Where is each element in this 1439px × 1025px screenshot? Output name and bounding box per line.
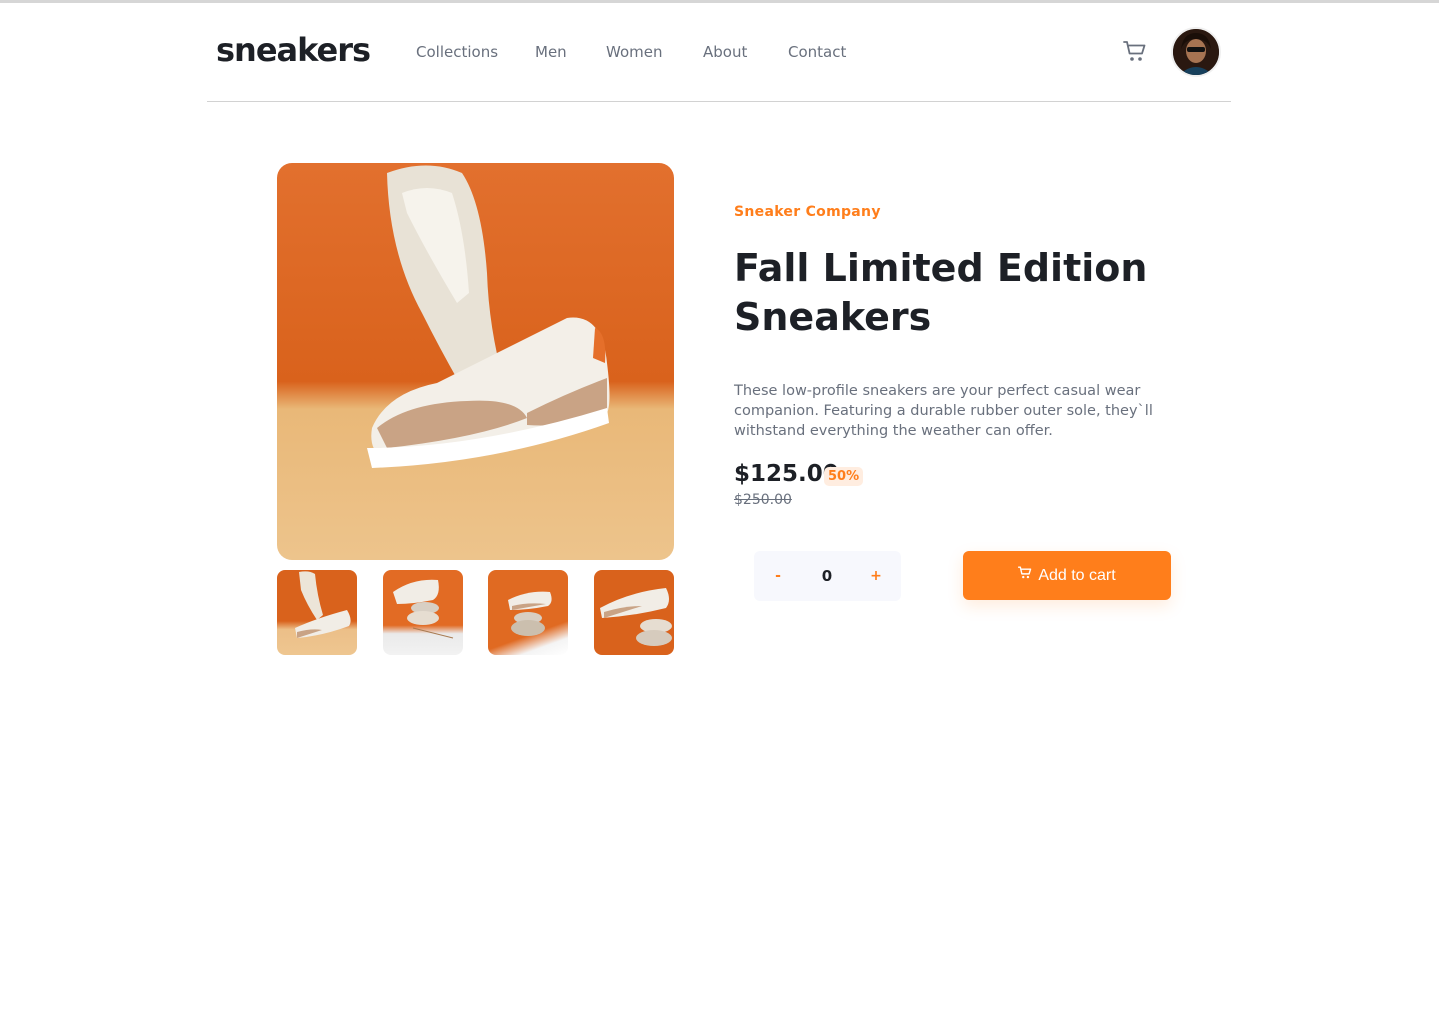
product-thumbnail-4[interactable] bbox=[594, 570, 674, 655]
original-price: $250.00 bbox=[734, 492, 792, 508]
increase-quantity-button[interactable]: + bbox=[866, 566, 886, 586]
add-to-cart-label: Add to cart bbox=[1038, 566, 1116, 584]
product-title: Fall Limited Edition Sneakers bbox=[734, 246, 1148, 339]
nav-item-contact[interactable]: Contact bbox=[788, 43, 846, 61]
product-description: These low-profile sneakers are your perf… bbox=[734, 383, 1153, 439]
site-header: sneakers Collections Men Women About Con… bbox=[207, 3, 1231, 102]
quantity-stepper: - 0 + bbox=[754, 551, 901, 601]
company-name: Sneaker Company bbox=[734, 204, 881, 220]
product-thumbnail-2[interactable] bbox=[383, 570, 463, 655]
add-to-cart-button[interactable]: Add to cart bbox=[963, 551, 1171, 600]
quantity-value: 0 bbox=[821, 567, 833, 585]
product-thumbnail-1[interactable] bbox=[277, 570, 357, 655]
cart-icon[interactable] bbox=[1123, 41, 1149, 65]
nav-item-collections[interactable]: Collections bbox=[416, 43, 498, 61]
decrease-quantity-button[interactable]: - bbox=[768, 566, 788, 586]
cart-icon bbox=[1018, 566, 1032, 585]
nav-item-men[interactable]: Men bbox=[535, 43, 567, 61]
user-avatar[interactable] bbox=[1171, 27, 1221, 77]
product-main-image[interactable] bbox=[277, 163, 674, 560]
product-thumbnail-3[interactable] bbox=[488, 570, 568, 655]
brand-logo[interactable]: sneakers bbox=[216, 31, 371, 69]
nav-item-women[interactable]: Women bbox=[606, 43, 662, 61]
nav-item-about[interactable]: About bbox=[703, 43, 747, 61]
discount-badge: 50% bbox=[824, 467, 864, 486]
